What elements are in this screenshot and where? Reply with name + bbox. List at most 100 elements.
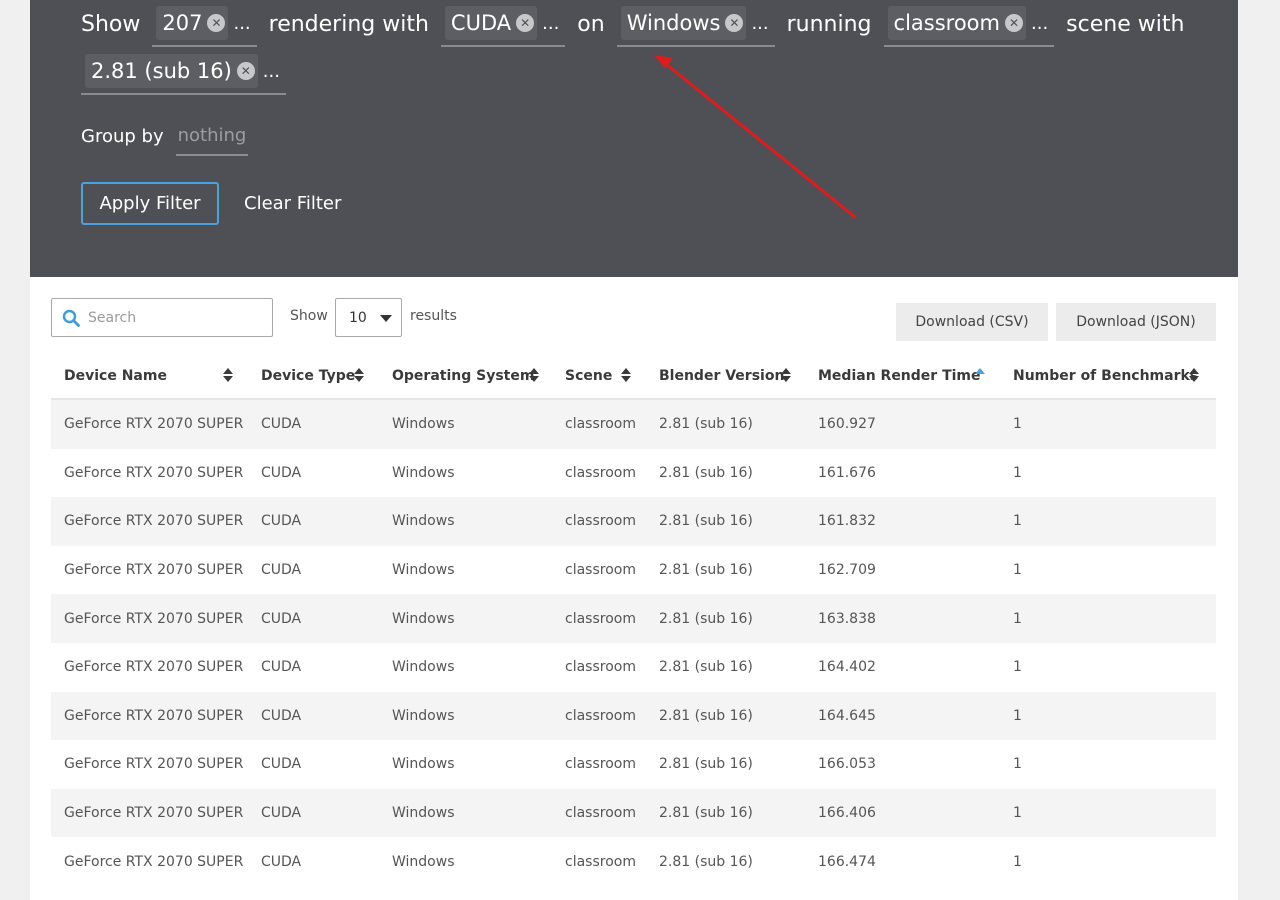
device-type-more-ellipsis[interactable]: ... xyxy=(542,13,559,34)
scene-chip[interactable]: classroom ✕ xyxy=(887,6,1026,40)
cell-blender-version: 2.81 (sub 16) xyxy=(659,805,753,822)
cell-median-render-time: 161.676 xyxy=(818,464,876,481)
cell-operating-system: Windows xyxy=(392,513,455,530)
results-table: Device Name Device Type Operating System… xyxy=(51,354,1216,886)
table-row[interactable]: GeForce RTX 2070 SUPER CUDA Windows classro… xyxy=(51,594,1216,643)
cell-operating-system: Windows xyxy=(392,610,455,627)
cell-median-render-time: 161.832 xyxy=(818,513,876,530)
table-row[interactable]: GeForce RTX 2070 SUPER CUDA Windows classro… xyxy=(51,691,1216,741)
device-type-chip[interactable]: CUDA ✕ xyxy=(444,6,538,40)
sort-icon[interactable] xyxy=(354,368,364,382)
device-type-filter-field[interactable]: CUDA ✕ ... xyxy=(440,1,566,47)
cell-number-of-benchmarks: 1 xyxy=(1013,853,1022,870)
sort-icon[interactable] xyxy=(621,368,631,382)
cell-median-render-time: 166.474 xyxy=(818,853,876,870)
apply-filter-button[interactable]: Apply Filter xyxy=(81,182,219,225)
cell-device-name: GeForce RTX 2070 SUPER xyxy=(64,610,244,627)
search-input[interactable] xyxy=(88,309,258,326)
download-json-button[interactable]: Download (JSON) xyxy=(1056,303,1216,341)
cell-device-type: CUDA xyxy=(261,707,302,724)
table-row[interactable]: GeForce RTX 2070 SUPER CUDA Windows classro… xyxy=(51,837,1216,886)
filter-word-show: Show xyxy=(81,11,141,37)
column-header-operating-system[interactable]: Operating System xyxy=(379,353,552,399)
cell-blender-version: 2.81 (sub 16) xyxy=(659,464,753,481)
remove-os-chip-icon[interactable]: ✕ xyxy=(725,14,744,32)
caret-down-icon xyxy=(380,315,392,322)
cell-blender-version: 2.81 (sub 16) xyxy=(659,707,753,724)
cell-device-type: CUDA xyxy=(261,610,302,627)
search-icon xyxy=(62,309,80,327)
table-row[interactable]: GeForce RTX 2070 SUPER CUDA Windows classro… xyxy=(51,545,1216,595)
cell-median-render-time: 160.927 xyxy=(818,416,876,433)
column-header-number-of-benchmarks[interactable]: Number of Benchmarks xyxy=(1000,353,1216,399)
remove-device-type-chip-icon[interactable]: ✕ xyxy=(516,14,535,32)
table-row[interactable]: GeForce RTX 2070 SUPER CUDA Windows classro… xyxy=(51,740,1216,789)
remove-scene-chip-icon[interactable]: ✕ xyxy=(1005,14,1023,32)
clear-filter-button[interactable]: Clear Filter xyxy=(244,182,341,225)
sort-icon[interactable] xyxy=(529,368,539,382)
cell-number-of-benchmarks: 1 xyxy=(1013,416,1022,433)
download-csv-button[interactable]: Download (CSV) xyxy=(896,303,1048,341)
device-more-ellipsis[interactable]: ... xyxy=(233,13,250,34)
cell-blender-version: 2.81 (sub 16) xyxy=(659,659,753,676)
device-filter-field[interactable]: 207 ✕ ... xyxy=(152,1,257,47)
cell-device-name: GeForce RTX 2070 SUPER xyxy=(64,707,244,724)
column-header-label: Median Render Time xyxy=(818,368,981,384)
cell-operating-system: Windows xyxy=(392,659,455,676)
cell-device-name: GeForce RTX 2070 SUPER xyxy=(64,853,244,870)
cell-operating-system: Windows xyxy=(392,416,455,433)
version-filter-field[interactable]: 2.81 (sub 16) ✕ ... xyxy=(81,49,286,95)
cell-operating-system: Windows xyxy=(392,805,455,822)
column-header-scene[interactable]: Scene xyxy=(552,353,646,399)
page-size-select[interactable]: 10 xyxy=(335,298,402,337)
os-chip[interactable]: Windows ✕ xyxy=(620,6,747,40)
cell-number-of-benchmarks: 1 xyxy=(1013,562,1022,579)
remove-device-chip-icon[interactable]: ✕ xyxy=(207,14,226,32)
cell-operating-system: Windows xyxy=(392,756,455,773)
table-row[interactable]: GeForce RTX 2070 SUPER CUDA Windows classro… xyxy=(51,497,1216,546)
version-more-ellipsis[interactable]: ... xyxy=(263,61,280,82)
device-chip[interactable]: 207 ✕ xyxy=(156,6,229,40)
column-header-label: Operating System xyxy=(392,368,535,384)
page: Show 207 ✕ ... rendering with CUDA ✕ ...… xyxy=(30,0,1238,900)
version-chip[interactable]: 2.81 (sub 16) ✕ xyxy=(85,54,258,88)
os-filter-field[interactable]: Windows ✕ ... xyxy=(616,1,775,47)
table-row[interactable]: GeForce RTX 2070 SUPER CUDA Windows classro… xyxy=(51,400,1216,449)
column-header-device-name[interactable]: Device Name xyxy=(51,353,248,399)
cell-median-render-time: 162.709 xyxy=(818,562,876,579)
scene-filter-field[interactable]: classroom ✕ ... xyxy=(883,1,1055,47)
os-more-ellipsis[interactable]: ... xyxy=(751,13,768,34)
remove-version-chip-icon[interactable]: ✕ xyxy=(236,62,255,80)
table-row[interactable]: GeForce RTX 2070 SUPER CUDA Windows classro… xyxy=(51,642,1216,692)
cell-device-type: CUDA xyxy=(261,659,302,676)
search-box[interactable] xyxy=(51,298,273,337)
sort-ascending-icon[interactable] xyxy=(975,368,985,382)
cell-number-of-benchmarks: 1 xyxy=(1013,756,1022,773)
cell-blender-version: 2.81 (sub 16) xyxy=(659,853,753,870)
cell-blender-version: 2.81 (sub 16) xyxy=(659,513,753,530)
column-header-blender-version[interactable]: Blender Version xyxy=(646,353,805,399)
cell-device-type: CUDA xyxy=(261,853,302,870)
cell-operating-system: Windows xyxy=(392,853,455,870)
cell-number-of-benchmarks: 1 xyxy=(1013,659,1022,676)
table-header: Device Name Device Type Operating System… xyxy=(51,354,1216,400)
column-header-device-type[interactable]: Device Type xyxy=(248,353,379,399)
cell-scene: classroom xyxy=(565,659,636,676)
version-chip-label: 2.81 (sub 16) xyxy=(91,59,232,83)
filter-word-on: on xyxy=(577,11,605,37)
scene-chip-label: classroom xyxy=(893,11,1000,35)
cell-operating-system: Windows xyxy=(392,464,455,481)
cell-scene: classroom xyxy=(565,513,636,530)
cell-median-render-time: 166.406 xyxy=(818,805,876,822)
group-by-select[interactable]: nothing xyxy=(175,116,249,156)
table-row[interactable]: GeForce RTX 2070 SUPER CUDA Windows classro… xyxy=(51,448,1216,498)
cell-device-name: GeForce RTX 2070 SUPER xyxy=(64,756,244,773)
sort-icon[interactable] xyxy=(223,368,233,382)
table-row[interactable]: GeForce RTX 2070 SUPER CUDA Windows classro… xyxy=(51,788,1216,838)
sort-icon[interactable] xyxy=(1189,368,1199,382)
scene-more-ellipsis[interactable]: ... xyxy=(1031,13,1048,34)
group-by-label: Group by xyxy=(81,125,164,147)
page-size-value: 10 xyxy=(349,309,367,326)
column-header-median-render-time[interactable]: Median Render Time xyxy=(805,353,1000,399)
sort-icon[interactable] xyxy=(781,368,791,382)
